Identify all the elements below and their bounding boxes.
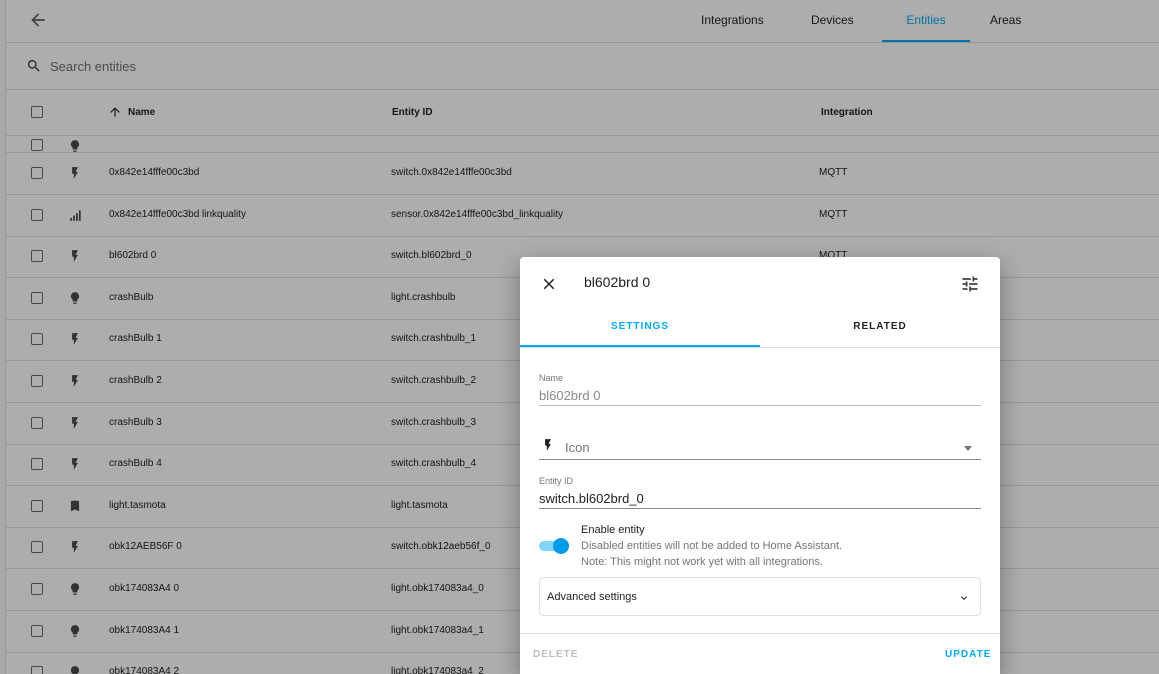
name-field-label: Name	[539, 373, 564, 383]
delete-button[interactable]: DELETE	[533, 649, 578, 660]
toggle-knob	[553, 538, 569, 554]
tab-related[interactable]: RELATED	[760, 305, 1000, 347]
enable-entity-toggle[interactable]	[539, 538, 569, 554]
dialog-title: bl602brd 0	[584, 274, 651, 290]
flash-icon	[541, 437, 555, 458]
entity-id-field-label: Entity ID	[539, 476, 574, 486]
advanced-settings-label: Advanced settings	[547, 591, 637, 603]
update-button[interactable]: UPDATE	[945, 649, 991, 660]
chevron-down-icon[interactable]	[958, 591, 970, 609]
icon-field-underline	[539, 459, 981, 460]
tab-settings[interactable]: SETTINGS	[520, 305, 760, 347]
advanced-settings-expander[interactable]: Advanced settings	[539, 577, 981, 616]
footer-divider	[520, 633, 1000, 634]
enable-entity-label: Enable entity	[581, 524, 645, 536]
entity-id-field-underline	[539, 508, 981, 509]
enable-entity-note: Disabled entities will not be added to H…	[581, 540, 843, 552]
dropdown-arrow-icon[interactable]	[964, 446, 972, 451]
tab-divider	[520, 347, 1000, 348]
enable-entity-warning: Note: This might not work yet with all i…	[581, 556, 823, 568]
close-icon[interactable]	[540, 275, 558, 293]
tune-icon[interactable]	[960, 274, 980, 294]
entity-settings-dialog: bl602brd 0 SETTINGS RELATED Name bl602br…	[520, 257, 1000, 674]
name-field-underline	[539, 405, 981, 406]
icon-field[interactable]: Icon	[565, 440, 590, 455]
entity-id-field[interactable]: switch.bl602brd_0	[539, 491, 644, 506]
name-field[interactable]: bl602brd 0	[539, 388, 600, 403]
